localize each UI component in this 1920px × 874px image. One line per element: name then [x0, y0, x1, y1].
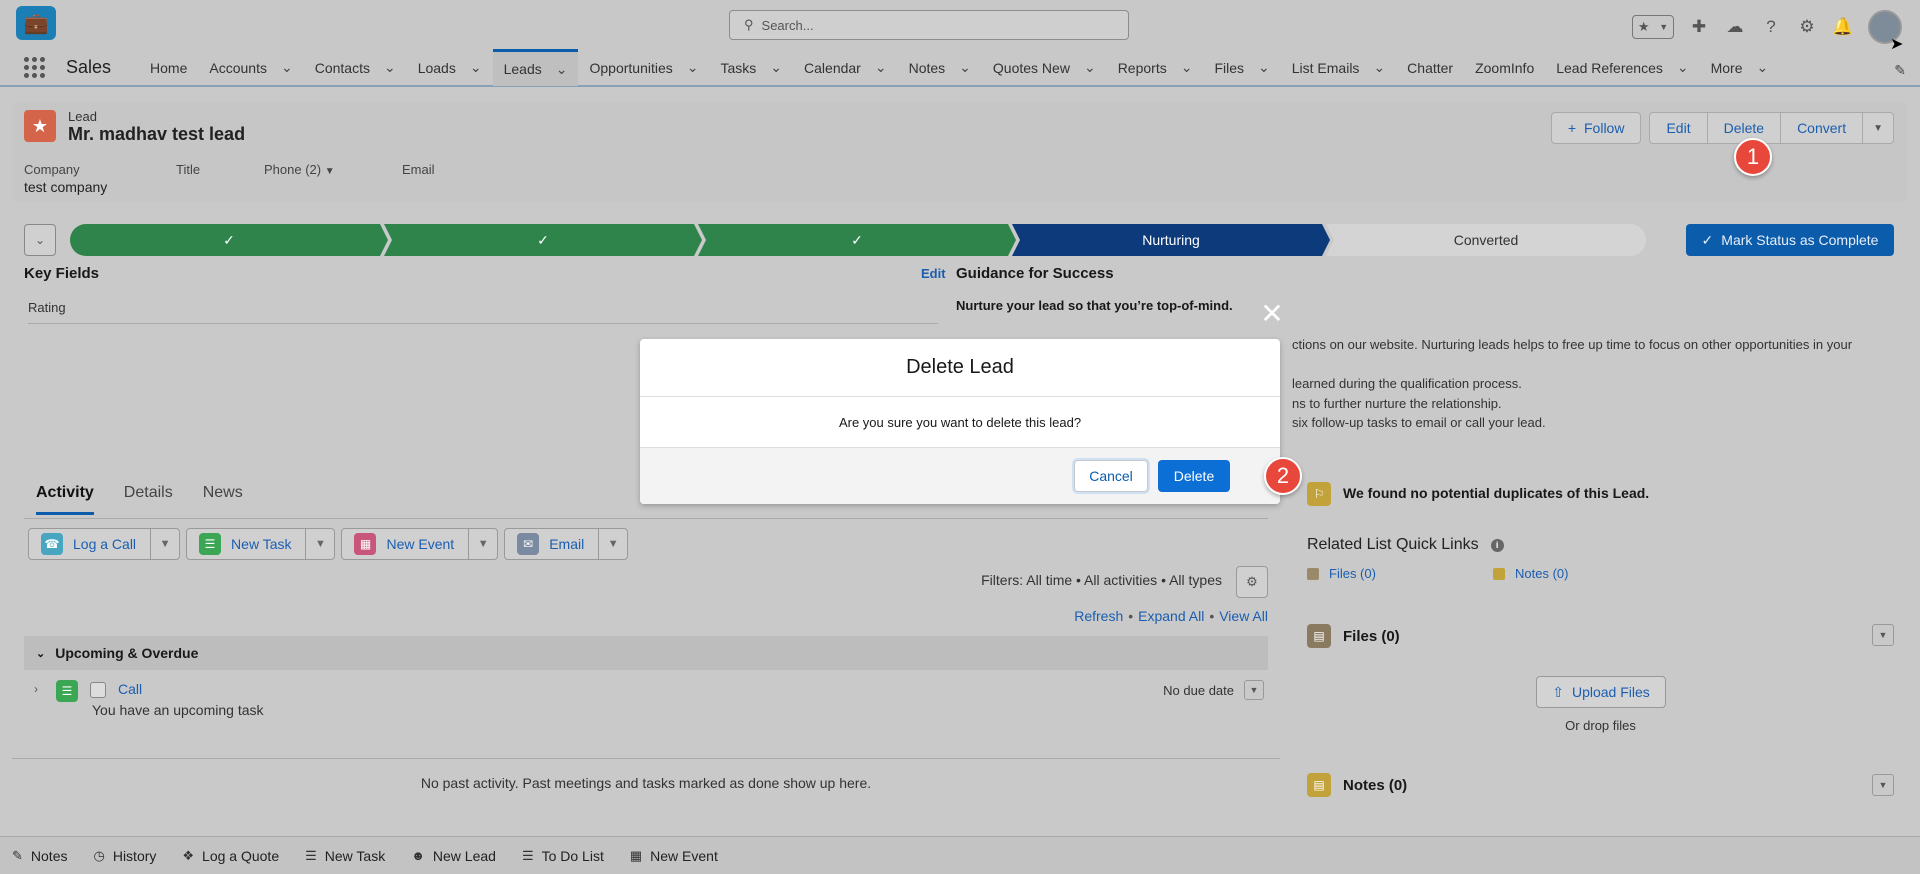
- confirm-delete-button[interactable]: Delete: [1158, 460, 1230, 492]
- cancel-button[interactable]: Cancel: [1074, 460, 1148, 492]
- modal-title: Delete Lead: [640, 339, 1280, 397]
- modal-message: Are you sure you want to delete this lea…: [838, 414, 1082, 430]
- close-icon[interactable]: ✕: [1258, 300, 1286, 328]
- step-badge-2: 2: [1264, 457, 1302, 495]
- step-badge-1: 1: [1734, 138, 1772, 176]
- mouse-cursor-icon: ➤: [1890, 36, 1904, 53]
- modal-footer: Cancel Delete: [640, 447, 1280, 504]
- delete-lead-modal: Delete Lead Are you sure you want to del…: [640, 339, 1280, 504]
